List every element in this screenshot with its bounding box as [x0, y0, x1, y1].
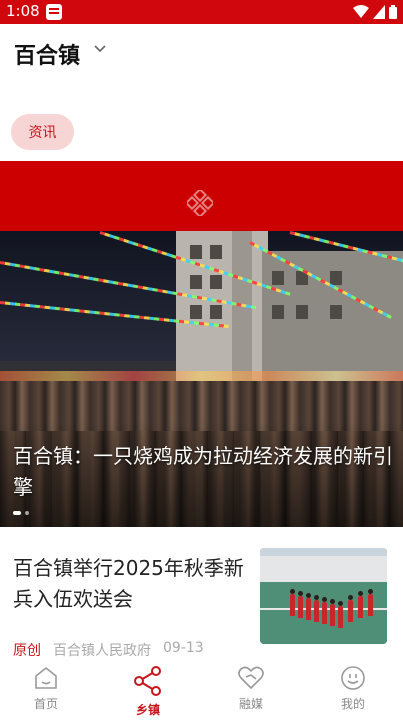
- news-tag: 原创: [13, 643, 41, 659]
- tab-news[interactable]: 资讯: [11, 114, 74, 150]
- nav-media-label: 融媒: [238, 697, 263, 711]
- heart-icon: [238, 666, 264, 689]
- home-icon: [35, 667, 57, 689]
- battery-icon: [389, 5, 397, 19]
- nav-town[interactable]: 乡镇: [118, 665, 178, 718]
- carousel-indicator: [13, 511, 29, 515]
- image-placeholder-icon: [187, 190, 213, 216]
- news-meta: 原创 百合镇人民政府 09-13: [13, 640, 204, 660]
- nav-town-label: 乡镇: [135, 703, 160, 717]
- nav-home[interactable]: 首页: [16, 665, 76, 712]
- news-thumbnail[interactable]: [260, 548, 387, 644]
- nav-media[interactable]: 融媒: [221, 665, 281, 712]
- nav-profile-label: 我的: [340, 697, 365, 711]
- chevron-down-icon[interactable]: [93, 44, 107, 54]
- wifi-icon: [353, 5, 369, 18]
- nav-profile[interactable]: 我的: [323, 665, 383, 712]
- nav-home-label: 首页: [33, 697, 58, 711]
- carousel-dot-active: [13, 511, 21, 515]
- notification-icon: [46, 4, 62, 20]
- status-time: 1:08: [6, 2, 40, 20]
- news-source: 百合镇人民政府: [53, 643, 151, 659]
- status-bar: 1:08: [0, 0, 403, 24]
- smiley-icon: [341, 666, 365, 690]
- hero-caption[interactable]: 百合镇：一只烧鸡成为拉动经济发展的新引擎: [13, 441, 393, 503]
- town-selector-title[interactable]: 百合镇: [14, 38, 80, 70]
- system-icons: [353, 4, 397, 20]
- share-icon: [134, 666, 161, 696]
- news-title[interactable]: 百合镇举行2025年秋季新兵入伍欢送会: [13, 553, 253, 615]
- carousel-dot: [25, 511, 29, 515]
- news-date: 09-13: [163, 640, 204, 656]
- signal-icon: [373, 5, 385, 19]
